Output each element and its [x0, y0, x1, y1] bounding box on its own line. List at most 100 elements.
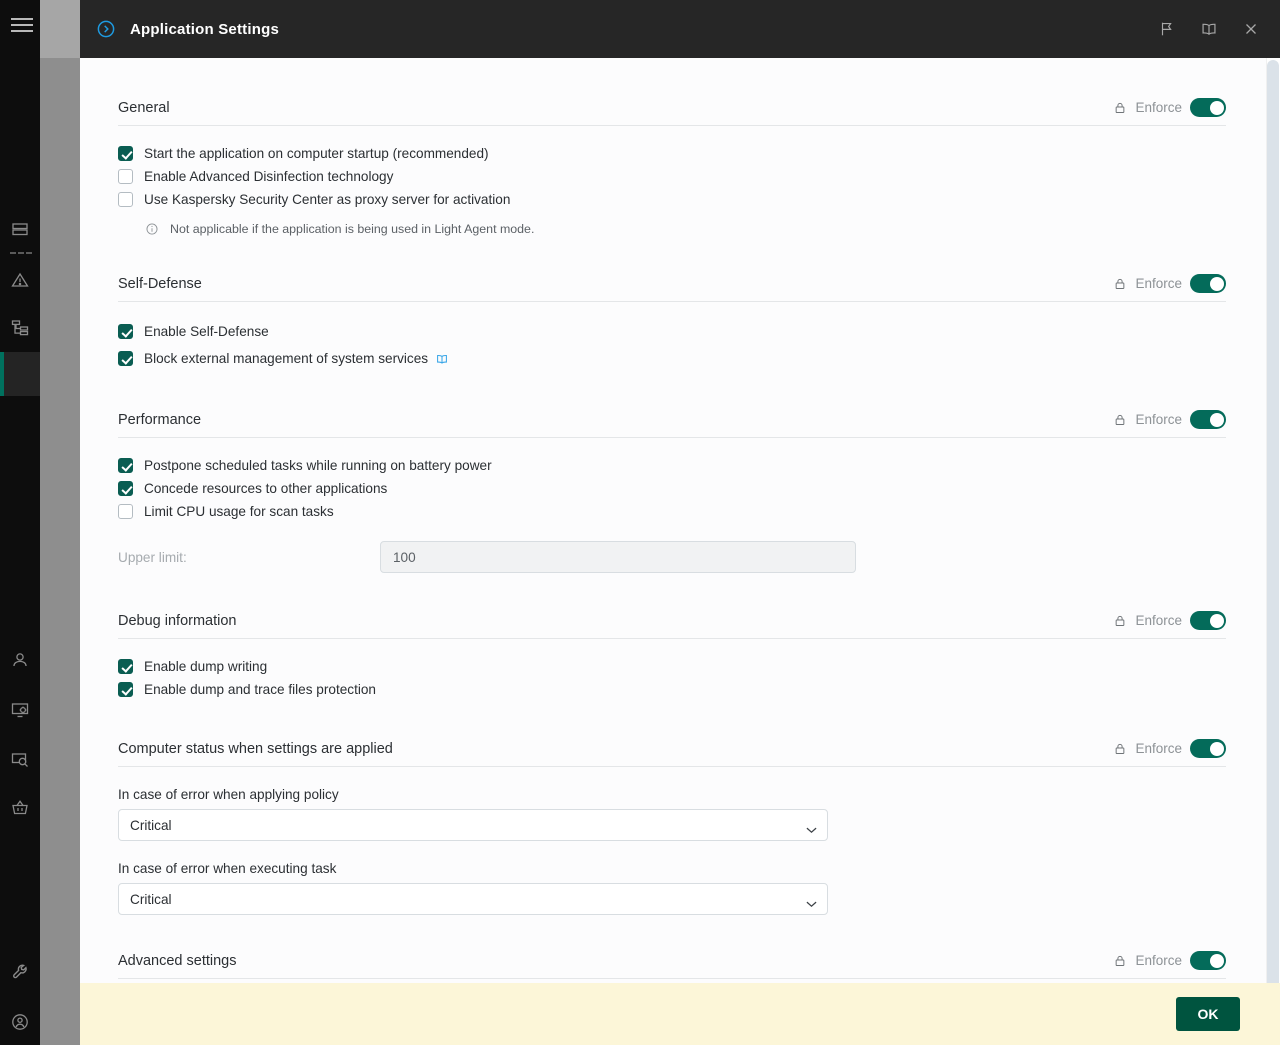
sidebar-item-alerts[interactable] — [0, 258, 40, 302]
policy-error-select[interactable]: Critical — [118, 809, 828, 841]
enforce-toggle[interactable] — [1190, 98, 1226, 117]
help-book-icon[interactable] — [1192, 12, 1226, 46]
enforce-label: Enforce — [1135, 741, 1182, 756]
lock-icon — [1113, 277, 1127, 291]
dialog-body: General Enforce Start the application on… — [80, 58, 1280, 1045]
enforce-toggle[interactable] — [1190, 410, 1226, 429]
monitor-search-icon — [10, 750, 30, 770]
lock-icon — [1113, 413, 1127, 427]
policy-error-select-wrap: Critical — [118, 809, 828, 841]
section-title: Computer status when settings are applie… — [118, 740, 393, 757]
enforce-label: Enforce — [1135, 100, 1182, 115]
enforce-group: Enforce — [1113, 611, 1226, 630]
enforce-label: Enforce — [1135, 276, 1182, 291]
checkbox-row[interactable]: Concede resources to other applications — [118, 477, 1226, 500]
checkbox-postpone-scheduled-tasks[interactable] — [118, 458, 133, 473]
flag-icon[interactable] — [1150, 12, 1184, 46]
enforce-label: Enforce — [1135, 613, 1182, 628]
scrollbar-track[interactable] — [1266, 58, 1280, 1045]
task-error-select[interactable]: Critical — [118, 883, 828, 915]
checkbox-enable-dump-writing[interactable] — [118, 659, 133, 674]
checkbox-label: Use Kaspersky Security Center as proxy s… — [144, 192, 511, 207]
lock-icon — [1113, 614, 1127, 628]
rail-divider — [10, 252, 32, 254]
section-header: Performance Enforce — [118, 404, 1226, 438]
enforce-group: Enforce — [1113, 739, 1226, 758]
info-icon — [145, 222, 159, 236]
lock-icon — [1113, 742, 1127, 756]
sidebar-item-discovery[interactable] — [0, 738, 40, 782]
task-error-select-wrap: Critical — [118, 883, 828, 915]
checkbox-block-external-management[interactable] — [118, 351, 133, 366]
checkbox-row[interactable]: Limit CPU usage for scan tasks — [118, 500, 1226, 523]
page-title: Application Settings — [130, 20, 280, 38]
dialog-footer: OK — [80, 983, 1280, 1045]
checkbox-row[interactable]: Enable dump and trace files protection — [118, 678, 1226, 701]
checkbox-row[interactable]: Start the application on computer startu… — [118, 142, 1226, 165]
checkbox-row[interactable]: Postpone scheduled tasks while running o… — [118, 454, 1226, 477]
lock-icon — [1113, 954, 1127, 968]
upper-limit-label: Upper limit: — [118, 549, 187, 565]
monitor-gear-icon — [10, 700, 30, 720]
enforce-label: Enforce — [1135, 953, 1182, 968]
basket-icon — [10, 798, 30, 818]
checkbox-dump-trace-protection[interactable] — [118, 682, 133, 697]
close-icon[interactable] — [1234, 12, 1268, 46]
ok-button[interactable]: OK — [1176, 997, 1240, 1031]
checkbox-label: Enable dump and trace files protection — [144, 682, 376, 697]
checkbox-label: Enable dump writing — [144, 659, 268, 674]
titlebar-actions — [1150, 12, 1268, 46]
sidebar-item-tools[interactable] — [0, 950, 40, 994]
checkbox-concede-resources[interactable] — [118, 481, 133, 496]
enforce-group: Enforce — [1113, 98, 1226, 117]
section-body: Enable dump writing Enable dump and trac… — [118, 639, 1226, 701]
lock-icon — [1113, 101, 1127, 115]
section-body: In case of error when applying policy Cr… — [118, 767, 1226, 915]
checkbox-row[interactable]: Enable Self-Defense — [118, 318, 1226, 345]
section-header: Self-Defense Enforce — [118, 268, 1226, 302]
info-note: Not applicable if the application is bei… — [145, 222, 1226, 236]
warning-triangle-icon — [10, 270, 30, 290]
section-body: Enable Self-Defense Block external manag… — [118, 302, 1226, 372]
scrollbar-thumb[interactable] — [1267, 60, 1279, 1040]
circle-arrow-right-icon — [96, 19, 116, 39]
help-book-icon[interactable] — [435, 352, 449, 366]
checkbox-start-on-startup[interactable] — [118, 146, 133, 161]
checkbox-enable-self-defense[interactable] — [118, 324, 133, 339]
hierarchy-icon — [10, 318, 30, 338]
enforce-toggle[interactable] — [1190, 739, 1226, 758]
application-settings-dialog: Application Settings General Enforce Sta… — [80, 0, 1280, 1045]
checkbox-ksc-proxy[interactable] — [118, 192, 133, 207]
server-icon — [10, 220, 30, 240]
checkbox-limit-cpu-usage[interactable] — [118, 504, 133, 519]
section-title: Performance — [118, 411, 202, 428]
upper-limit-input[interactable] — [380, 541, 856, 573]
checkbox-label: Concede resources to other applications — [144, 481, 388, 496]
sidebar-item-settings[interactable] — [0, 688, 40, 732]
checkbox-row[interactable]: Enable dump writing — [118, 655, 1226, 678]
sidebar-item-devices[interactable] — [0, 306, 40, 350]
sidebar-item-marketplace[interactable] — [0, 786, 40, 830]
sidebar-item-selected[interactable] — [0, 352, 40, 396]
checkbox-row[interactable]: Enable Advanced Disinfection technology — [118, 165, 1226, 188]
enforce-toggle[interactable] — [1190, 951, 1226, 970]
checkbox-label: Limit CPU usage for scan tasks — [144, 504, 334, 519]
sidebar-item-account[interactable] — [0, 1000, 40, 1044]
enforce-toggle[interactable] — [1190, 274, 1226, 293]
enforce-group: Enforce — [1113, 274, 1226, 293]
checkbox-advanced-disinfection[interactable] — [118, 169, 133, 184]
section-header: Advanced settings Enforce — [118, 945, 1226, 979]
checkbox-row[interactable]: Use Kaspersky Security Center as proxy s… — [118, 188, 1226, 211]
dialog-titlebar: Application Settings — [80, 0, 1280, 58]
checkbox-label: Block external management of system serv… — [144, 351, 429, 366]
enforce-label: Enforce — [1135, 412, 1182, 427]
user-icon — [10, 650, 30, 670]
enforce-toggle[interactable] — [1190, 611, 1226, 630]
enforce-group: Enforce — [1113, 951, 1226, 970]
task-error-label: In case of error when executing task — [118, 861, 337, 876]
sidebar-item-users[interactable] — [0, 638, 40, 682]
checkbox-label: Enable Self-Defense — [144, 324, 269, 339]
hamburger-icon[interactable] — [11, 18, 33, 34]
sidebar-item-monitoring[interactable] — [0, 208, 40, 252]
checkbox-row[interactable]: Block external management of system serv… — [118, 345, 1226, 372]
